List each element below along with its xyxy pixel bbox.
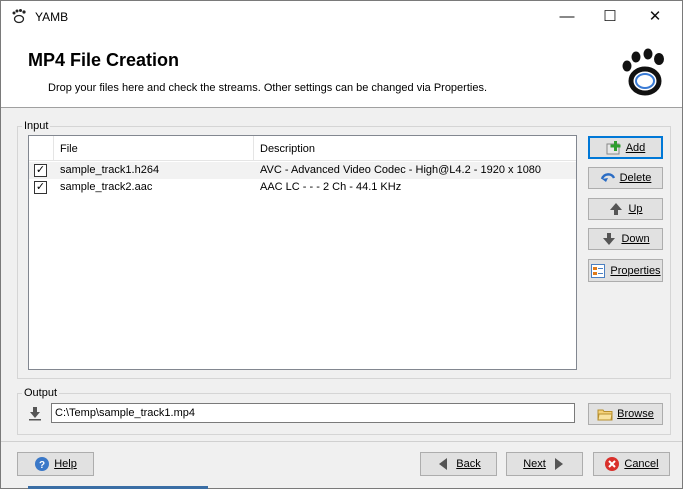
list-item[interactable]: ✓ sample_track1.h264 AVC - Advanced Vide… <box>29 162 576 179</box>
cancel-button[interactable]: Cancel <box>593 452 670 476</box>
column-separator <box>53 136 54 160</box>
list-header: File Description <box>29 136 576 161</box>
up-button[interactable]: Up <box>588 198 663 220</box>
help-icon: ? <box>35 457 50 471</box>
browse-button[interactable]: Browse <box>588 403 663 425</box>
folder-icon <box>597 409 613 421</box>
browse-button-label: Browse <box>617 408 654 420</box>
download-arrow-icon <box>29 407 41 421</box>
cancel-icon <box>605 457 620 471</box>
file-name: sample_track2.aac <box>60 181 153 193</box>
back-button-label: Back <box>456 458 481 470</box>
page-subtitle: Drop your files here and check the strea… <box>48 82 488 94</box>
cancel-button-label: Cancel <box>624 458 659 470</box>
column-separator <box>253 136 254 160</box>
list-item[interactable]: ✓ sample_track2.aac AAC LC - - - 2 Ch - … <box>29 179 576 196</box>
stream-description: AVC - Advanced Video Codec - High@L4.2 -… <box>260 164 542 176</box>
file-name: sample_track1.h264 <box>60 164 160 176</box>
delete-button-label: Delete <box>619 172 652 184</box>
input-group-label: Input <box>22 120 51 132</box>
maximize-button[interactable]: ☐ <box>587 1 633 33</box>
properties-icon <box>591 263 606 278</box>
footer-divider <box>1 441 682 442</box>
next-button-label: Next <box>523 458 546 470</box>
delete-button[interactable]: Delete <box>588 167 663 189</box>
window-title: YAMB <box>35 10 69 24</box>
output-group-label: Output <box>22 387 60 399</box>
arrow-up-icon <box>610 203 623 215</box>
wizard-header: MP4 File Creation Drop your files here a… <box>1 33 682 108</box>
arrow-right-icon <box>554 458 563 470</box>
properties-button[interactable]: Properties <box>588 259 663 282</box>
svg-text:?: ? <box>39 460 45 471</box>
next-button[interactable]: Next <box>506 452 583 476</box>
yamb-window: YAMB — ☐ ✕ MP4 File Creation Drop your f… <box>0 0 683 489</box>
column-header-file[interactable]: File <box>60 143 78 155</box>
help-button-label: Help <box>54 458 77 470</box>
help-button[interactable]: ? Help <box>17 452 94 476</box>
properties-button-label: Properties <box>610 264 661 277</box>
up-button-label: Up <box>628 203 643 215</box>
arrow-down-icon <box>603 233 616 245</box>
stream-checkbox[interactable]: ✓ <box>34 164 47 177</box>
back-button[interactable]: Back <box>420 452 497 476</box>
column-header-description[interactable]: Description <box>260 143 315 155</box>
page-title: MP4 File Creation <box>28 50 180 70</box>
arrow-left-icon <box>439 458 448 470</box>
add-button[interactable]: Add <box>588 136 663 159</box>
delete-icon <box>600 173 615 182</box>
minimize-button[interactable]: — <box>544 1 590 33</box>
down-button[interactable]: Down <box>588 228 663 250</box>
add-icon <box>606 140 621 154</box>
down-button-label: Down <box>621 233 650 245</box>
title-bar[interactable]: YAMB — ☐ ✕ <box>1 1 682 33</box>
stream-checkbox[interactable]: ✓ <box>34 181 47 194</box>
gnome-foot-icon <box>12 9 26 24</box>
output-path-input[interactable] <box>51 403 575 423</box>
close-button[interactable]: ✕ <box>632 1 678 33</box>
gnome-foot-logo-icon <box>622 48 664 96</box>
add-button-label: Add <box>625 141 646 154</box>
stream-description: AAC LC - - - 2 Ch - 44.1 KHz <box>260 181 402 193</box>
stream-list[interactable]: File Description ✓ sample_track1.h264 AV… <box>28 135 577 370</box>
